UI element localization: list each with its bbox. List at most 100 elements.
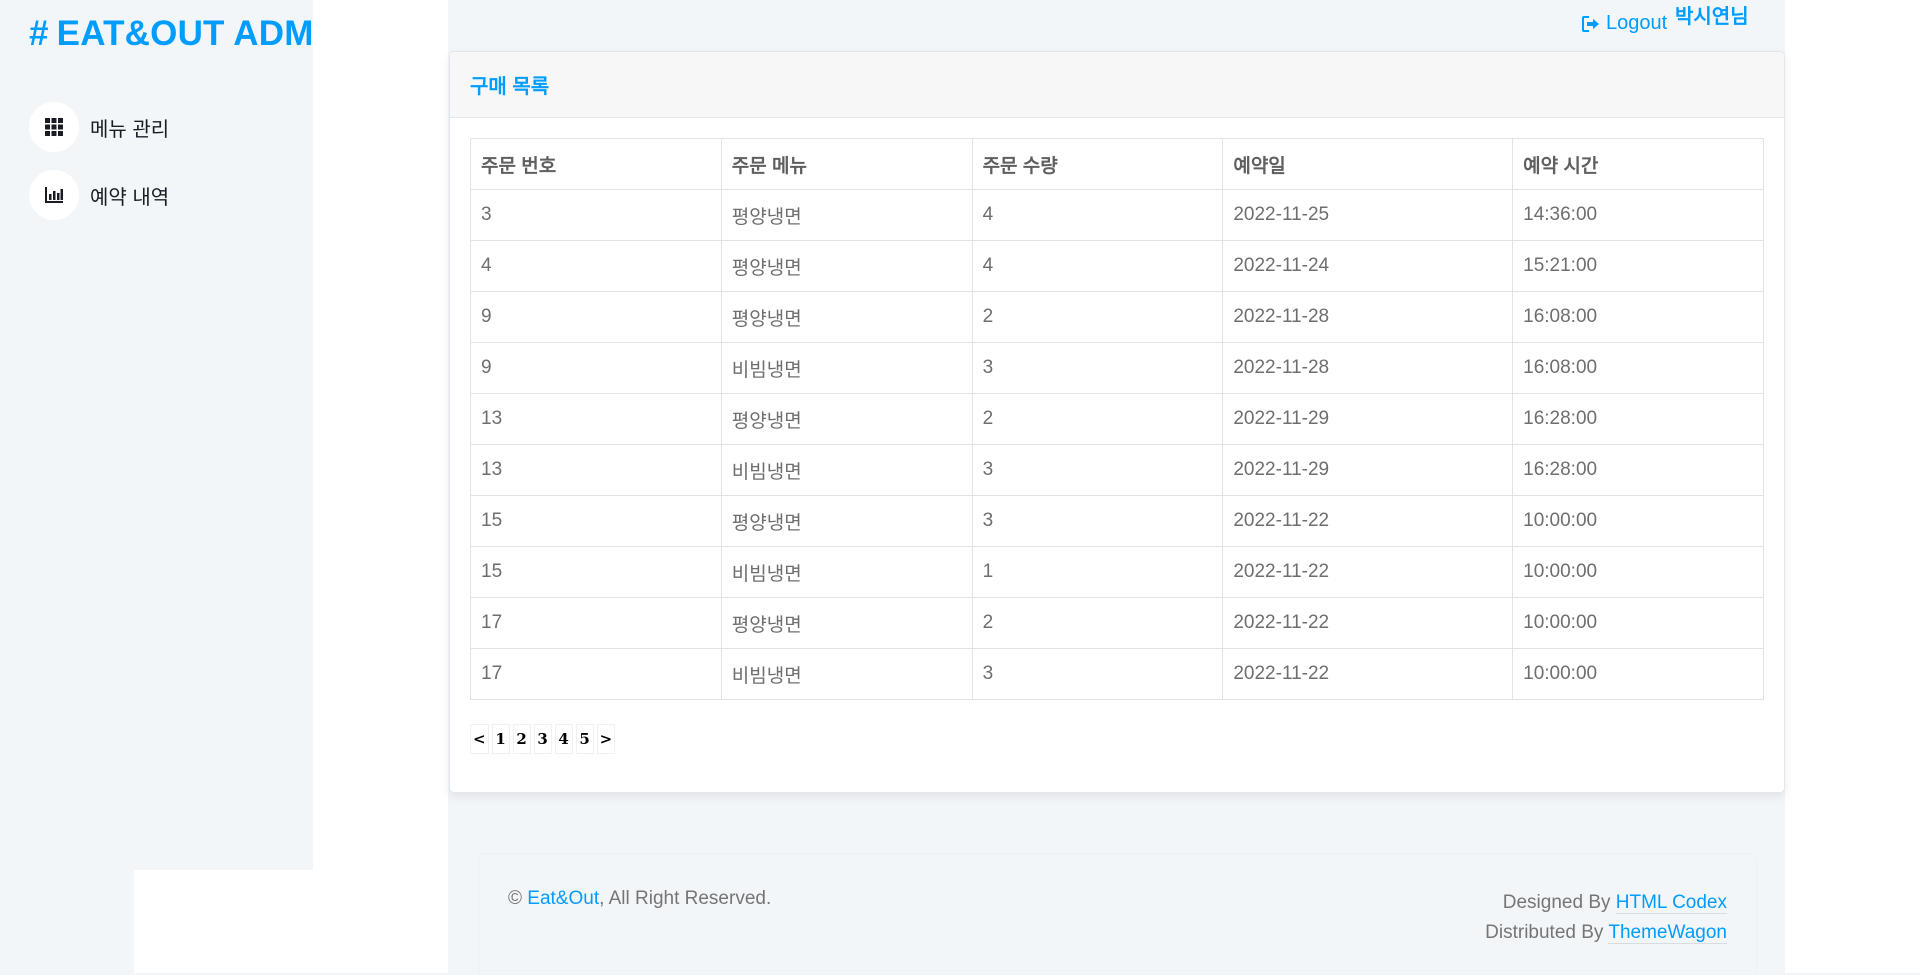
purchase-list-card: 구매 목록 주문 번호 주문 메뉴 주문 수량 예약일 예약 시간 3 평양냉면… (449, 51, 1785, 793)
cell-reservation-time: 16:08:00 (1512, 291, 1764, 343)
cell-order-quantity: 3 (971, 648, 1224, 700)
column-header-order-number: 주문 번호 (470, 138, 722, 190)
cell-reservation-date: 2022-11-22 (1222, 597, 1514, 649)
page-button-3[interactable]: 3 (533, 724, 552, 754)
cell-reservation-time: 16:28:00 (1512, 444, 1764, 496)
table-row: 15 비빔냉면 1 2022-11-22 10:00:00 (470, 546, 1764, 598)
cell-reservation-date: 2022-11-22 (1222, 546, 1514, 598)
page-next-button[interactable]: > (596, 724, 616, 754)
site-link[interactable]: Eat&Out (527, 888, 599, 909)
cell-reservation-date: 2022-11-29 (1222, 444, 1514, 496)
cell-order-number: 17 (470, 648, 722, 700)
table-row: 17 평양냉면 2 2022-11-22 10:00:00 (470, 597, 1764, 649)
cell-order-quantity: 4 (971, 189, 1224, 241)
footer: © Eat&Out, All Right Reserved. Designed … (478, 853, 1757, 975)
table-row: 13 비빔냉면 3 2022-11-29 16:28:00 (470, 444, 1764, 496)
page-prev-button[interactable]: < (470, 724, 489, 754)
cell-order-number: 17 (470, 597, 722, 649)
cell-order-number: 15 (470, 495, 722, 547)
brand-title: EAT&OUT ADM (56, 14, 313, 53)
cell-order-menu: 비빔냉면 (720, 648, 973, 700)
cell-reservation-time: 10:00:00 (1512, 546, 1764, 598)
cell-order-quantity: 3 (971, 444, 1224, 496)
cell-order-quantity: 2 (971, 291, 1224, 343)
cell-order-number: 15 (470, 546, 722, 598)
chart-bar-icon (29, 170, 79, 220)
rights-text: , All Right Reserved. (599, 888, 772, 909)
cell-reservation-time: 14:36:00 (1512, 189, 1764, 241)
cell-order-menu: 비빔냉면 (720, 342, 973, 394)
copyright-symbol: © (508, 888, 522, 909)
cell-reservation-date: 2022-11-22 (1222, 648, 1514, 700)
table-row: 15 평양냉면 3 2022-11-22 10:00:00 (470, 495, 1764, 547)
cell-order-quantity: 3 (971, 342, 1224, 394)
white-column-right (1785, 0, 1920, 973)
cell-reservation-time: 10:00:00 (1512, 648, 1764, 700)
cell-reservation-time: 10:00:00 (1512, 597, 1764, 649)
column-header-reservation-time: 예약 시간 (1512, 138, 1764, 190)
cell-reservation-date: 2022-11-28 (1222, 342, 1514, 394)
cell-order-menu: 평양냉면 (720, 393, 973, 445)
page-button-2[interactable]: 2 (512, 724, 531, 754)
cell-order-number: 9 (470, 342, 722, 394)
table-row: 13 평양냉면 2 2022-11-29 16:28:00 (470, 393, 1764, 445)
cell-order-menu: 평양냉면 (720, 189, 973, 241)
cell-order-number: 4 (470, 240, 722, 292)
cell-order-menu: 평양냉면 (720, 495, 973, 547)
column-header-order-quantity: 주문 수량 (971, 138, 1224, 190)
white-corner-panel (134, 870, 314, 973)
sidebar-item-reservations[interactable]: 예약 내역 (29, 170, 169, 220)
white-column-left (313, 0, 448, 973)
sidebar: # EAT&OUT ADM 메뉴 관리 예약 내역 (0, 0, 313, 870)
table-row: 9 평양냉면 2 2022-11-28 16:08:00 (470, 291, 1764, 343)
cell-reservation-date: 2022-11-28 (1222, 291, 1514, 343)
purchase-table: 주문 번호 주문 메뉴 주문 수량 예약일 예약 시간 3 평양냉면 4 202… (470, 138, 1764, 700)
cell-order-quantity: 1 (971, 546, 1224, 598)
table-row: 17 비빔냉면 3 2022-11-22 10:00:00 (470, 648, 1764, 700)
distributed-by-label: Distributed By (1485, 922, 1604, 943)
copyright: © Eat&Out, All Right Reserved. (508, 888, 771, 910)
page-button-1[interactable]: 1 (491, 724, 510, 754)
card-header: 구매 목록 (450, 52, 1784, 118)
html-codex-link[interactable]: HTML Codex (1615, 892, 1727, 914)
table-row: 3 평양냉면 4 2022-11-25 14:36:00 (470, 189, 1764, 241)
cell-order-menu: 비빔냉면 (720, 444, 973, 496)
page-button-5[interactable]: 5 (575, 724, 594, 754)
cell-order-number: 13 (470, 444, 722, 496)
table-header-row: 주문 번호 주문 메뉴 주문 수량 예약일 예약 시간 (470, 138, 1764, 190)
cell-reservation-time: 16:28:00 (1512, 393, 1764, 445)
table-row: 4 평양냉면 4 2022-11-24 15:21:00 (470, 240, 1764, 292)
cell-reservation-time: 10:00:00 (1512, 495, 1764, 547)
column-header-reservation-date: 예약일 (1222, 138, 1514, 190)
user-name: 박시연님 (1675, 6, 1749, 28)
page-button-4[interactable]: 4 (554, 724, 573, 754)
cell-order-quantity: 3 (971, 495, 1224, 547)
sign-out-icon (1582, 15, 1599, 32)
cell-order-quantity: 4 (971, 240, 1224, 292)
cell-order-number: 9 (470, 291, 722, 343)
sidebar-item-label: 메뉴 관리 (90, 118, 170, 141)
logout-label: Logout (1606, 12, 1668, 34)
cell-order-menu: 평양냉면 (720, 291, 973, 343)
sidebar-item-label: 예약 내역 (90, 186, 170, 209)
cell-reservation-time: 16:08:00 (1512, 342, 1764, 394)
themewagon-link[interactable]: ThemeWagon (1608, 922, 1727, 944)
cell-order-number: 3 (470, 189, 722, 241)
table-row: 9 비빔냉면 3 2022-11-28 16:08:00 (470, 342, 1764, 394)
cell-reservation-date: 2022-11-29 (1222, 393, 1514, 445)
designed-by-label: Designed By (1502, 892, 1611, 913)
cell-order-menu: 비빔냉면 (720, 546, 973, 598)
cell-reservation-date: 2022-11-24 (1222, 240, 1514, 292)
credits: Designed By HTML Codex Distributed By Th… (1485, 888, 1727, 948)
cell-order-menu: 평양냉면 (720, 597, 973, 649)
cell-order-number: 13 (470, 393, 722, 445)
cell-order-quantity: 2 (971, 597, 1224, 649)
grid-icon (29, 102, 79, 152)
pagination: < 1 2 3 4 5 > (470, 724, 616, 754)
sidebar-item-menu-management[interactable]: 메뉴 관리 (29, 102, 169, 152)
cell-reservation-date: 2022-11-22 (1222, 495, 1514, 547)
hash-icon: # (29, 14, 49, 53)
brand-logo[interactable]: # EAT&OUT ADM (29, 14, 313, 54)
logout-button[interactable]: Logout (1582, 12, 1667, 35)
cell-order-quantity: 2 (971, 393, 1224, 445)
